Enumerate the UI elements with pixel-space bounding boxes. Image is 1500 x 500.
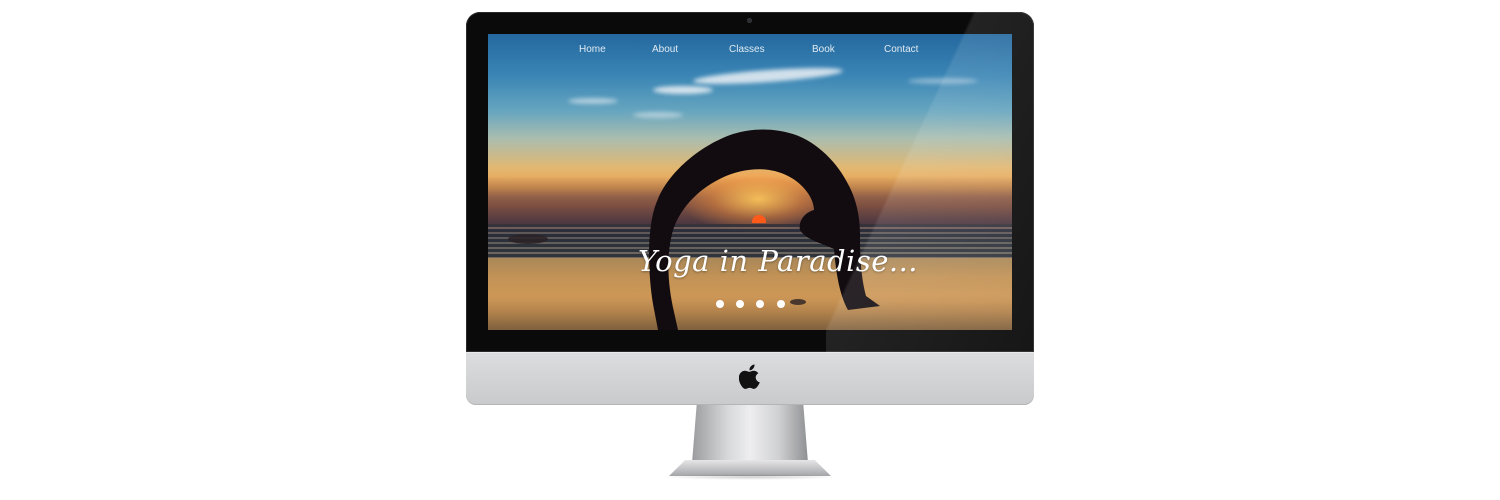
camera-icon <box>747 18 752 23</box>
imac-device: Home About Classes Book Contact Yoga in … <box>466 12 1034 482</box>
website-screen: Home About Classes Book Contact Yoga in … <box>488 34 1012 330</box>
hero-title: Yoga in Paradise... <box>638 244 919 278</box>
monitor-chin <box>466 352 1034 405</box>
slider-dot-4[interactable] <box>777 300 785 308</box>
monitor-stand <box>692 405 808 463</box>
slider-dots <box>716 300 796 310</box>
nav-contact-link[interactable]: Contact <box>884 44 918 55</box>
main-nav: Home About Classes Book Contact <box>488 44 1012 60</box>
nav-about-link[interactable]: About <box>652 44 678 55</box>
nav-book-link[interactable]: Book <box>812 44 835 55</box>
monitor-bezel: Home About Classes Book Contact Yoga in … <box>466 12 1034 352</box>
apple-logo-icon <box>739 364 760 389</box>
stand-shadow <box>661 474 839 480</box>
rock <box>508 234 548 244</box>
slider-dot-2[interactable] <box>736 300 744 308</box>
slider-dot-1[interactable] <box>716 300 724 308</box>
nav-home-link[interactable]: Home <box>579 44 606 55</box>
slider-dot-3[interactable] <box>756 300 764 308</box>
nav-classes-link[interactable]: Classes <box>729 44 765 55</box>
yoga-silhouette <box>508 129 880 330</box>
